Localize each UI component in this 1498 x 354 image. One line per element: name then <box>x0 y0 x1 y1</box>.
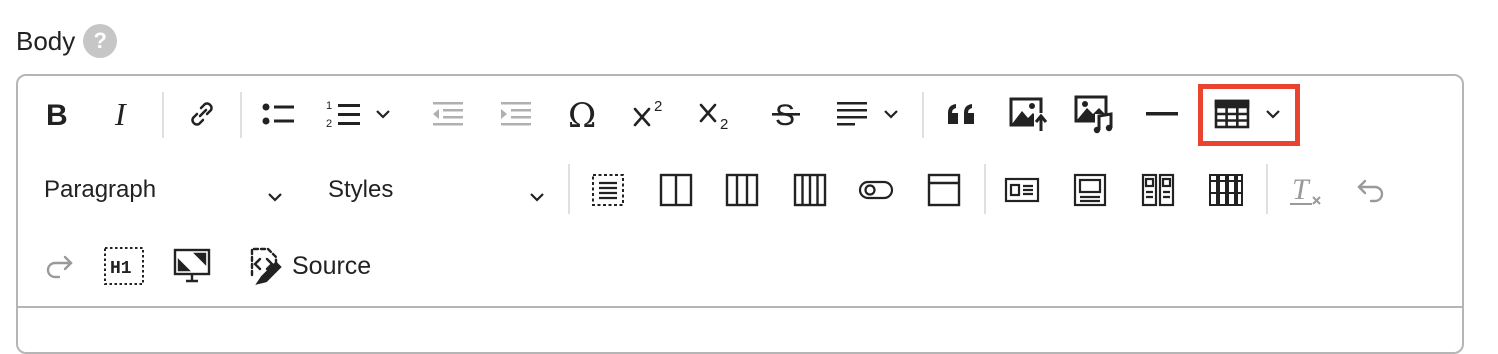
source-button[interactable]: Source <box>244 240 404 292</box>
source-code-icon <box>250 247 282 285</box>
styles-select-label: Styles <box>328 176 394 203</box>
indent-icon <box>490 88 542 140</box>
numbered-list-dropdown-chevron-icon[interactable] <box>368 88 398 140</box>
undo-icon[interactable] <box>1346 164 1398 216</box>
media-object-icon[interactable] <box>996 164 1048 216</box>
heading-block-icon[interactable]: H1 <box>98 240 150 292</box>
div-container-icon[interactable] <box>582 164 634 216</box>
superscript-icon[interactable]: 2 <box>624 88 676 140</box>
two-card-grid-icon[interactable] <box>1132 164 1184 216</box>
editor-toolbar: B I 12 Ω 2 2 S Paragraph Styles T H1 Sou… <box>18 76 1462 308</box>
source-label: Source <box>292 251 372 280</box>
toolbar-separator <box>240 92 242 138</box>
alignment-icon[interactable] <box>826 88 878 140</box>
horizontal-line-icon[interactable] <box>1136 88 1188 140</box>
numbered-list-icon[interactable]: 12 <box>318 88 370 140</box>
svg-text:T: T <box>1292 173 1311 206</box>
fullscreen-icon[interactable] <box>166 240 218 292</box>
link-icon[interactable] <box>176 88 228 140</box>
svg-text:Ω: Ω <box>568 97 596 131</box>
paragraph-select-label: Paragraph <box>44 176 157 203</box>
alignment-dropdown-chevron-icon[interactable] <box>876 88 906 140</box>
toolbar-separator <box>984 164 986 214</box>
block-quote-icon[interactable] <box>936 88 988 140</box>
body-label: Body <box>16 25 76 56</box>
four-columns-icon[interactable] <box>784 164 836 216</box>
special-characters-icon[interactable]: Ω <box>558 88 610 140</box>
bold-icon[interactable]: B <box>32 88 84 140</box>
svg-text:1: 1 <box>326 100 332 112</box>
field-label: Body ? <box>16 24 118 58</box>
insert-image-icon[interactable] <box>1002 88 1054 140</box>
insert-media-icon[interactable] <box>1068 88 1120 140</box>
svg-text:B: B <box>46 99 68 129</box>
chevron-down-icon <box>528 182 546 210</box>
styles-select[interactable]: Styles <box>328 164 546 216</box>
toolbar-separator <box>922 92 924 138</box>
svg-text:2: 2 <box>326 118 332 130</box>
svg-text:I: I <box>114 99 127 129</box>
toolbar-separator <box>568 164 570 214</box>
insert-table-dropdown-chevron-icon[interactable] <box>1258 88 1288 140</box>
svg-text:2: 2 <box>654 98 662 115</box>
strikethrough-icon[interactable]: S <box>760 88 812 140</box>
help-icon[interactable]: ? <box>83 24 118 58</box>
redo-icon <box>32 240 84 292</box>
toolbar-separator <box>162 92 164 138</box>
two-columns-icon[interactable] <box>650 164 702 216</box>
insert-table-icon[interactable] <box>1206 88 1258 140</box>
editor-content-area[interactable] <box>18 308 1462 348</box>
paragraph-select[interactable]: Paragraph <box>44 164 292 216</box>
heading-icon-text: H1 <box>110 259 132 279</box>
hero-block-icon[interactable] <box>1064 164 1116 216</box>
bulleted-list-icon[interactable] <box>252 88 304 140</box>
toolbar-separator <box>1266 164 1268 214</box>
italic-icon[interactable]: I <box>98 88 150 140</box>
chevron-down-icon <box>266 182 284 210</box>
four-card-grid-icon[interactable] <box>1200 164 1252 216</box>
remove-format-icon: T <box>1280 164 1332 216</box>
card-container-icon[interactable] <box>918 164 970 216</box>
three-columns-icon[interactable] <box>716 164 768 216</box>
toggle-button-icon[interactable] <box>850 164 902 216</box>
subscript-icon[interactable]: 2 <box>690 88 742 140</box>
svg-text:2: 2 <box>720 116 728 131</box>
rich-text-editor: B I 12 Ω 2 2 S Paragraph Styles T H1 Sou… <box>16 74 1464 354</box>
outdent-icon <box>422 88 474 140</box>
